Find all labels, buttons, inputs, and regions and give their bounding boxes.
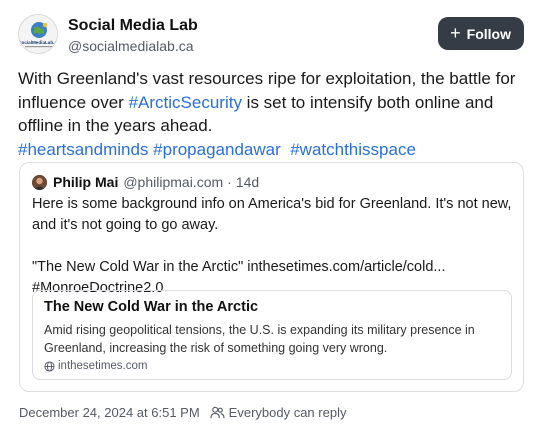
- quoted-post[interactable]: Philip Mai @philipmai.com · 14d Here is …: [19, 162, 524, 392]
- quoted-post-body: Here is some background info on America'…: [32, 194, 512, 299]
- post-timestamp[interactable]: December 24, 2024 at 6:51 PM: [19, 405, 200, 420]
- link-card-domain: inthesetimes.com: [44, 360, 147, 372]
- author-handle[interactable]: @socialmedialab.ca: [68, 38, 194, 54]
- quoted-post-header: Philip Mai @philipmai.com · 14d: [32, 174, 259, 190]
- link-card-title: The New Cold War in the Arctic: [44, 299, 259, 315]
- quoted-author-avatar[interactable]: [32, 174, 47, 190]
- link-preview-card[interactable]: The New Cold War in the Arctic Amid risi…: [32, 290, 512, 380]
- quoted-text-line: Here is some background info on America'…: [32, 196, 512, 233]
- social-media-lab-logo: SocialMediaLab.ca: [19, 15, 58, 53]
- hashtag-link[interactable]: #heartsandminds: [18, 140, 148, 159]
- follow-button-label: Follow: [466, 25, 511, 42]
- hashtag-link[interactable]: #watchthisspace: [290, 140, 416, 159]
- reply-setting[interactable]: Everybody can reply: [210, 405, 347, 420]
- dot-separator: ·: [227, 174, 232, 190]
- quoted-post-age[interactable]: 14d: [236, 174, 259, 190]
- author-name[interactable]: Social Media Lab: [68, 17, 198, 35]
- people-icon: [210, 406, 225, 419]
- link-card-domain-text: inthesetimes.com: [58, 360, 148, 372]
- quoted-author-name[interactable]: Philip Mai: [53, 174, 118, 190]
- person-photo-icon: [32, 174, 47, 190]
- author-avatar[interactable]: SocialMediaLab.ca: [18, 14, 58, 54]
- globe-icon: [44, 360, 55, 372]
- svg-text:SocialMediaLab.ca: SocialMediaLab.ca: [19, 40, 58, 45]
- hashtag-link[interactable]: #propagandawar: [153, 140, 281, 159]
- follow-button[interactable]: + Follow: [438, 17, 524, 50]
- plus-icon: +: [450, 23, 461, 43]
- link-card-description: Amid rising geopolitical tensions, the U…: [44, 323, 475, 355]
- reply-setting-label: Everybody can reply: [228, 405, 347, 420]
- quoted-text-line: "The New Cold War in the Arctic" inthese…: [32, 259, 446, 275]
- post-header: SocialMediaLab.ca Social Media Lab @soci…: [18, 14, 528, 58]
- quoted-author-handle[interactable]: @philipmai.com: [123, 174, 223, 190]
- post-footer: December 24, 2024 at 6:51 PM Everybody c…: [19, 405, 346, 420]
- hashtag-link[interactable]: #ArcticSecurity: [129, 93, 242, 112]
- post-body: With Greenland's vast resources ripe for…: [18, 67, 523, 161]
